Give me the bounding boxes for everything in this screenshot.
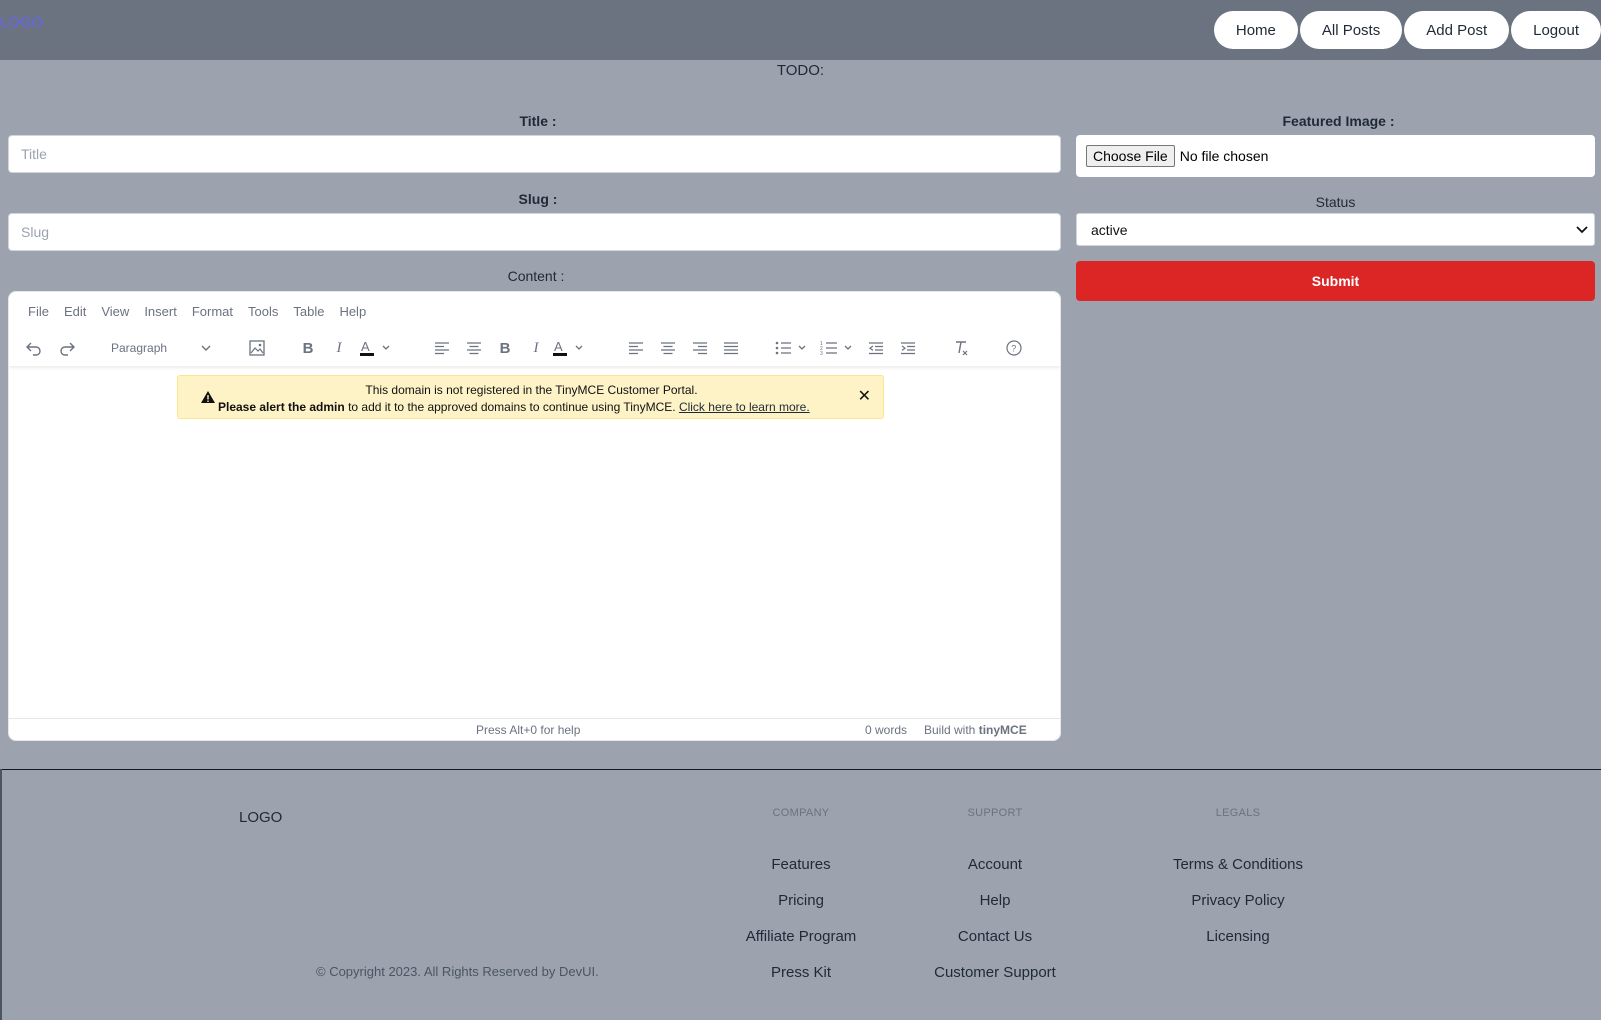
footer-link-features[interactable]: Features [721, 856, 881, 873]
word-count[interactable]: 0 words [865, 723, 907, 737]
redo-icon[interactable] [55, 330, 79, 366]
footer-link-help[interactable]: Help [915, 892, 1075, 909]
align-center-icon-2[interactable] [658, 330, 678, 366]
menu-view[interactable]: View [101, 304, 129, 319]
featured-image-input[interactable]: Choose File No file chosen [1076, 135, 1595, 177]
footer-copyright: © Copyright 2023. All Rights Reserved by… [316, 964, 599, 979]
menu-table[interactable]: Table [293, 304, 324, 319]
bold-icon[interactable]: B [298, 330, 318, 366]
footer-legals-heading: LEGALS [1215, 807, 1261, 819]
svg-text:?: ? [1011, 344, 1016, 354]
domain-warning-banner: This domain is not registered in the Tin… [177, 375, 884, 419]
title-input[interactable]: Title [8, 135, 1061, 173]
submit-button[interactable]: Submit [1076, 261, 1595, 301]
help-icon[interactable]: ? [1003, 330, 1025, 366]
bold-icon-2[interactable]: B [495, 330, 515, 366]
notice-line-1: This domain is not registered in the Tin… [365, 383, 698, 397]
numbered-list-icon[interactable]: 123 [820, 330, 860, 366]
footer-link-pricing[interactable]: Pricing [721, 892, 881, 909]
block-format-select[interactable]: Paragraph [101, 330, 219, 366]
footer-divider [0, 769, 1601, 770]
editor-statusbar: Press Alt+0 for help 0 words Build with … [9, 718, 1060, 740]
status-label: Status [1315, 194, 1356, 210]
close-icon[interactable]: ✕ [858, 386, 871, 406]
main-nav: Home All Posts Add Post Logout [1213, 11, 1601, 49]
build-with-text: Build with [924, 723, 976, 737]
menu-tools[interactable]: Tools [248, 304, 278, 319]
featured-image-label: Featured Image : [1282, 113, 1395, 129]
footer-link-customer-support[interactable]: Customer Support [915, 964, 1075, 981]
outdent-icon[interactable] [866, 330, 886, 366]
notice-line-2: Please alert the admin to add it to the … [218, 400, 810, 414]
indent-icon[interactable] [898, 330, 918, 366]
footer-company-heading: COMPANY [772, 807, 830, 819]
menu-file[interactable]: File [28, 304, 49, 319]
slug-label: Slug : [518, 191, 558, 207]
bullet-list-icon[interactable] [774, 330, 814, 366]
chevron-down-icon [1576, 225, 1588, 233]
todo-text: TODO: [776, 62, 825, 79]
footer-link-licensing[interactable]: Licensing [1138, 928, 1338, 945]
footer-logo[interactable]: LOGO [239, 809, 282, 826]
justify-icon[interactable] [721, 330, 741, 366]
italic-icon[interactable]: I [329, 330, 349, 366]
header-logo[interactable]: LOGO [0, 14, 43, 31]
menu-edit[interactable]: Edit [64, 304, 86, 319]
title-label: Title : [519, 113, 557, 129]
footer-link-account[interactable]: Account [915, 856, 1075, 873]
status-select-value: active [1091, 221, 1128, 238]
svg-text:3: 3 [820, 351, 823, 356]
status-select[interactable]: active [1076, 213, 1595, 246]
editor-menubar: File Edit View Insert Format Tools Table… [9, 292, 366, 330]
svg-text:A: A [554, 339, 563, 354]
text-color-icon[interactable]: A [359, 330, 393, 366]
italic-icon-2[interactable]: I [526, 330, 546, 366]
footer-support-heading: SUPPORT [967, 807, 1023, 819]
undo-icon[interactable] [22, 330, 46, 366]
footer-link-press-kit[interactable]: Press Kit [721, 964, 881, 981]
menu-insert[interactable]: Insert [144, 304, 177, 319]
align-left-icon-2[interactable] [626, 330, 646, 366]
align-left-icon[interactable] [432, 330, 452, 366]
slug-input[interactable]: Slug [8, 213, 1061, 251]
footer-link-affiliate[interactable]: Affiliate Program [721, 928, 881, 945]
text-color-icon-2[interactable]: A [552, 330, 586, 366]
image-icon[interactable] [245, 330, 269, 366]
choose-file-button[interactable]: Choose File [1086, 145, 1175, 167]
align-right-icon[interactable] [690, 330, 710, 366]
editor-toolbar: Paragraph B I A B I A 1 2 3 ? [9, 330, 1060, 366]
nav-all-posts-button[interactable]: All Posts [1299, 11, 1403, 49]
file-status-text: No file chosen [1179, 148, 1269, 164]
nav-home-button[interactable]: Home [1213, 11, 1298, 49]
statusbar-help-text: Press Alt+0 for help [476, 723, 581, 737]
chevron-down-icon [201, 345, 211, 351]
notice-rest-text: to add it to the approved domains to con… [344, 400, 679, 414]
align-center-icon[interactable] [464, 330, 484, 366]
footer-left-border [0, 769, 2, 1020]
content-label: Content : [507, 268, 565, 284]
nav-logout-button[interactable]: Logout [1511, 11, 1601, 49]
block-format-value: Paragraph [111, 341, 168, 355]
rich-text-editor[interactable]: File Edit View Insert Format Tools Table… [8, 291, 1061, 741]
notice-bold-text: Please alert the admin [218, 400, 345, 414]
nav-add-post-button[interactable]: Add Post [1404, 11, 1510, 49]
menu-help[interactable]: Help [339, 304, 366, 319]
tinymce-brand: tinyMCE [978, 723, 1027, 737]
footer-link-terms[interactable]: Terms & Conditions [1138, 856, 1338, 873]
svg-text:A: A [361, 339, 370, 354]
menu-format[interactable]: Format [192, 304, 233, 319]
footer-link-privacy[interactable]: Privacy Policy [1138, 892, 1338, 909]
top-navbar: LOGO Home All Posts Add Post Logout [0, 0, 1601, 60]
notice-learn-more-link[interactable]: Click here to learn more. [679, 400, 810, 414]
footer-link-contact[interactable]: Contact Us [915, 928, 1075, 945]
tinymce-branding[interactable]: Build with tinyMCE [924, 723, 1027, 737]
clear-format-icon[interactable] [951, 330, 971, 366]
